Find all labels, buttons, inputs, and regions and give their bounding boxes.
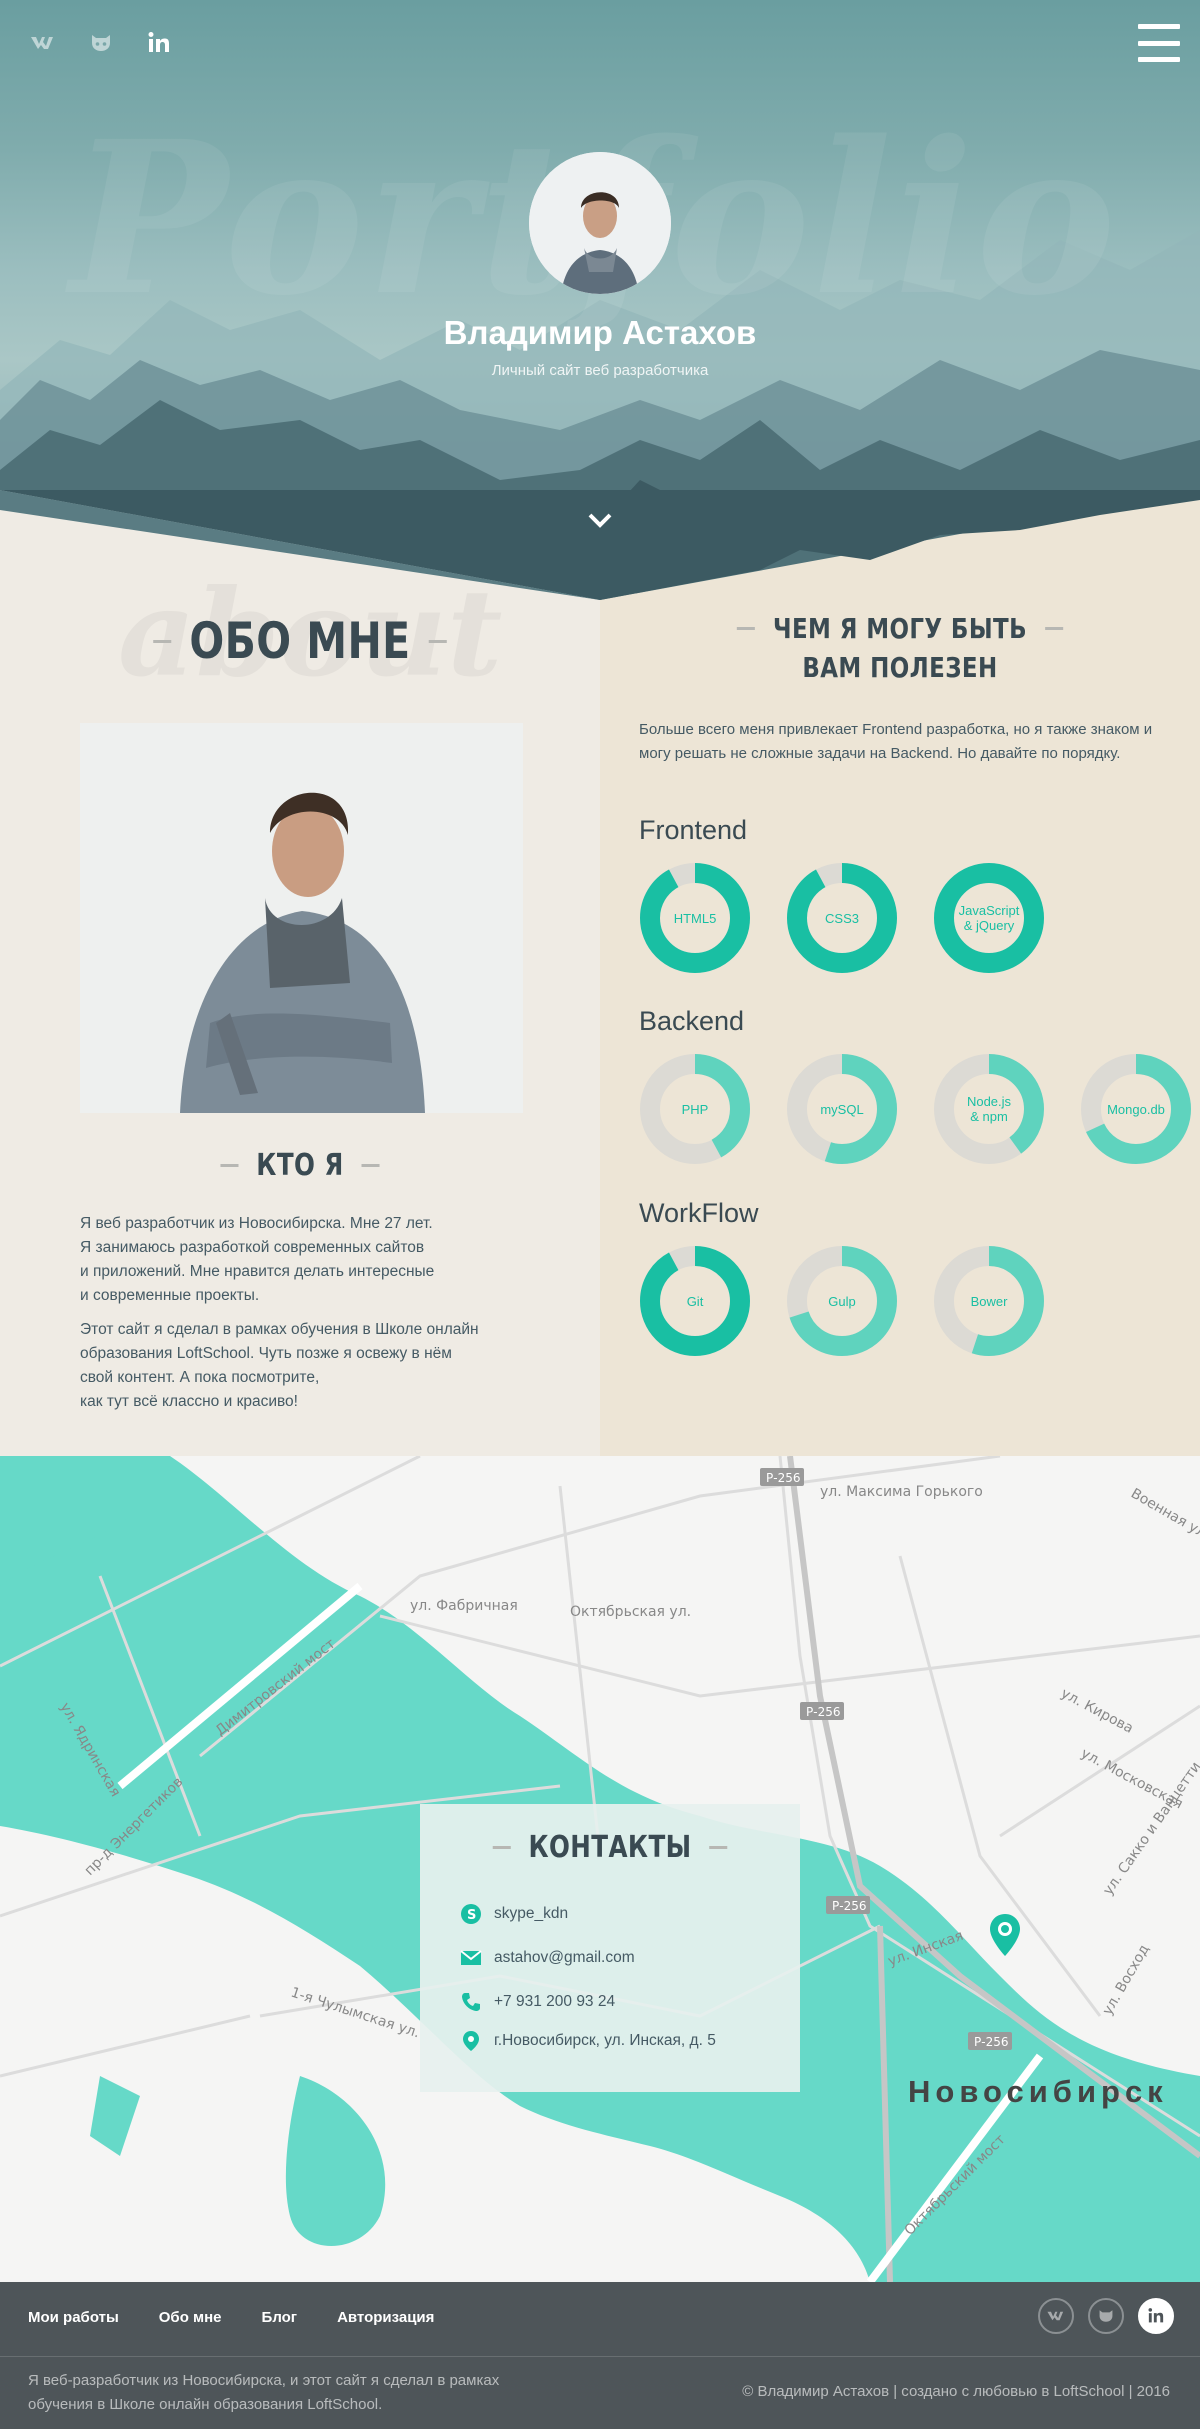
who-title: Кто я	[136, 1148, 464, 1183]
title-dash	[709, 1846, 728, 1849]
mail-icon	[460, 1947, 482, 1969]
footer-socials	[1038, 2298, 1174, 2334]
road-label: Р-256	[974, 2035, 1008, 2049]
skill-label: Gulp	[828, 1293, 856, 1309]
street-label: Октябрьская ул.	[570, 1604, 691, 1620]
title-dash	[736, 627, 755, 630]
skill-label: mySQL	[820, 1101, 864, 1117]
footer-copyright: © Владимир Астахов | создано с любовью в…	[742, 2383, 1170, 2400]
skill-ring: Node.js & npm	[933, 1053, 1045, 1165]
contact-email[interactable]: astahov@gmail.com	[460, 1947, 635, 1969]
contact-phone[interactable]: +7 931 200 93 24	[460, 1991, 615, 2013]
hero-socials	[28, 28, 174, 58]
skill-ring: CSS3	[786, 862, 898, 974]
contact-text: г.Новосибирск, ул. Инская, д. 5	[494, 2032, 716, 2049]
street-label: ул. Фабричная	[410, 1598, 518, 1614]
about-title: Обо мне	[103, 612, 497, 670]
skill-group-backend-title: Backend	[639, 1006, 745, 1036]
skill-label: Bower	[970, 1293, 1008, 1309]
contacts-title: Контакты	[454, 1830, 766, 1865]
burger-line	[1138, 24, 1180, 29]
skill-ring: Bower	[933, 1245, 1045, 1357]
vk-icon[interactable]	[1038, 2298, 1074, 2334]
who-title-text: Кто я	[256, 1148, 344, 1183]
help-title: Чем я могу быть вам полезен	[720, 612, 1081, 684]
menu-burger-button[interactable]	[1138, 24, 1180, 62]
github-icon[interactable]	[86, 28, 116, 58]
about-title-text: Обо мне	[189, 612, 411, 670]
phone-icon	[460, 1991, 482, 2013]
bio-paragraph: Я веб разработчик из Новосибирска. Мне 2…	[80, 1215, 435, 1304]
skill-ring: Git	[639, 1245, 751, 1357]
avatar	[529, 152, 671, 294]
title-dash	[492, 1846, 511, 1849]
svg-text:S: S	[467, 1908, 476, 1923]
about-photo	[80, 723, 523, 1113]
skill-ring: mySQL	[786, 1053, 898, 1165]
footer-nav-works[interactable]: Мои работы	[28, 2309, 119, 2326]
bio-text: Я веб разработчик из Новосибирска. Мне 2…	[80, 1212, 540, 1424]
burger-line	[1138, 40, 1180, 46]
skill-ring: HTML5	[639, 862, 751, 974]
footer-nav-blog[interactable]: Блог	[262, 2309, 298, 2326]
skill-ring: PHP	[639, 1053, 751, 1165]
street-label: ул. Максима Горького	[820, 1484, 983, 1500]
linkedin-icon[interactable]	[1138, 2298, 1174, 2334]
footer-nav-about[interactable]: Обо мне	[159, 2309, 222, 2326]
contact-text: skype_kdn	[494, 1905, 569, 1922]
road-label: Р-256	[832, 1899, 866, 1913]
skill-label: HTML5	[673, 910, 717, 926]
skype-icon: S	[460, 1903, 482, 1925]
skill-label: Node.js & npm	[966, 1094, 1012, 1124]
skill-label: PHP	[681, 1101, 709, 1117]
burger-line	[1138, 57, 1180, 62]
road-label: Р-256	[766, 1471, 800, 1485]
skill-label: JavaScript & jQuery	[958, 903, 1020, 933]
hero-name: Владимир Астахов	[443, 314, 757, 351]
bio-paragraph: Этот сайт я сделал в рамках обучения в Ш…	[80, 1321, 479, 1410]
footer-about-text: Я веб-разработчик из Новосибирска, и это…	[28, 2372, 500, 2413]
skill-group-workflow-title: WorkFlow	[639, 1198, 759, 1228]
scroll-down-arrow-icon[interactable]	[585, 506, 615, 536]
skill-label: Git	[686, 1293, 704, 1309]
title-dash	[361, 1164, 380, 1167]
skill-label: Mongo.db	[1107, 1101, 1165, 1117]
skill-group-frontend-title: Frontend	[639, 815, 748, 845]
title-dash	[220, 1164, 239, 1167]
map-city-label: Новосибирск	[908, 2074, 1168, 2109]
linkedin-icon[interactable]	[144, 28, 174, 58]
title-dash	[1045, 627, 1064, 630]
title-dash	[153, 639, 172, 643]
title-dash	[428, 639, 447, 643]
contact-text: +7 931 200 93 24	[494, 1993, 616, 2010]
road-label: Р-256	[806, 1705, 840, 1719]
help-title-line1: Чем я могу быть	[772, 612, 1028, 645]
footer-nav: Мои работы Обо мне Блог Авторизация	[28, 2309, 434, 2326]
contact-address[interactable]: г.Новосибирск, ул. Инская, д. 5	[460, 2030, 716, 2052]
footer-separator	[0, 2356, 1200, 2357]
skill-ring: Gulp	[786, 1245, 898, 1357]
skill-ring: JavaScript & jQuery	[933, 862, 1045, 974]
location-icon	[460, 2030, 482, 2052]
help-text: Больше всего меня привлекает Frontend ра…	[639, 721, 1153, 762]
contact-text: astahov@gmail.com	[494, 1949, 635, 1966]
contacts-title-text: Контакты	[528, 1830, 692, 1865]
contact-skype[interactable]: S skype_kdn	[460, 1903, 568, 1925]
hero-subtitle: Личный сайт веб разработчика	[491, 362, 709, 379]
footer-nav-auth[interactable]: Авторизация	[337, 2309, 434, 2326]
skill-label: CSS3	[825, 910, 859, 926]
skill-ring: Mongo.db	[1080, 1053, 1192, 1165]
help-title-line2: вам полезен	[802, 651, 998, 684]
map-marker-icon[interactable]	[988, 1912, 1022, 1958]
vk-icon[interactable]	[28, 28, 58, 58]
github-icon[interactable]	[1088, 2298, 1124, 2334]
